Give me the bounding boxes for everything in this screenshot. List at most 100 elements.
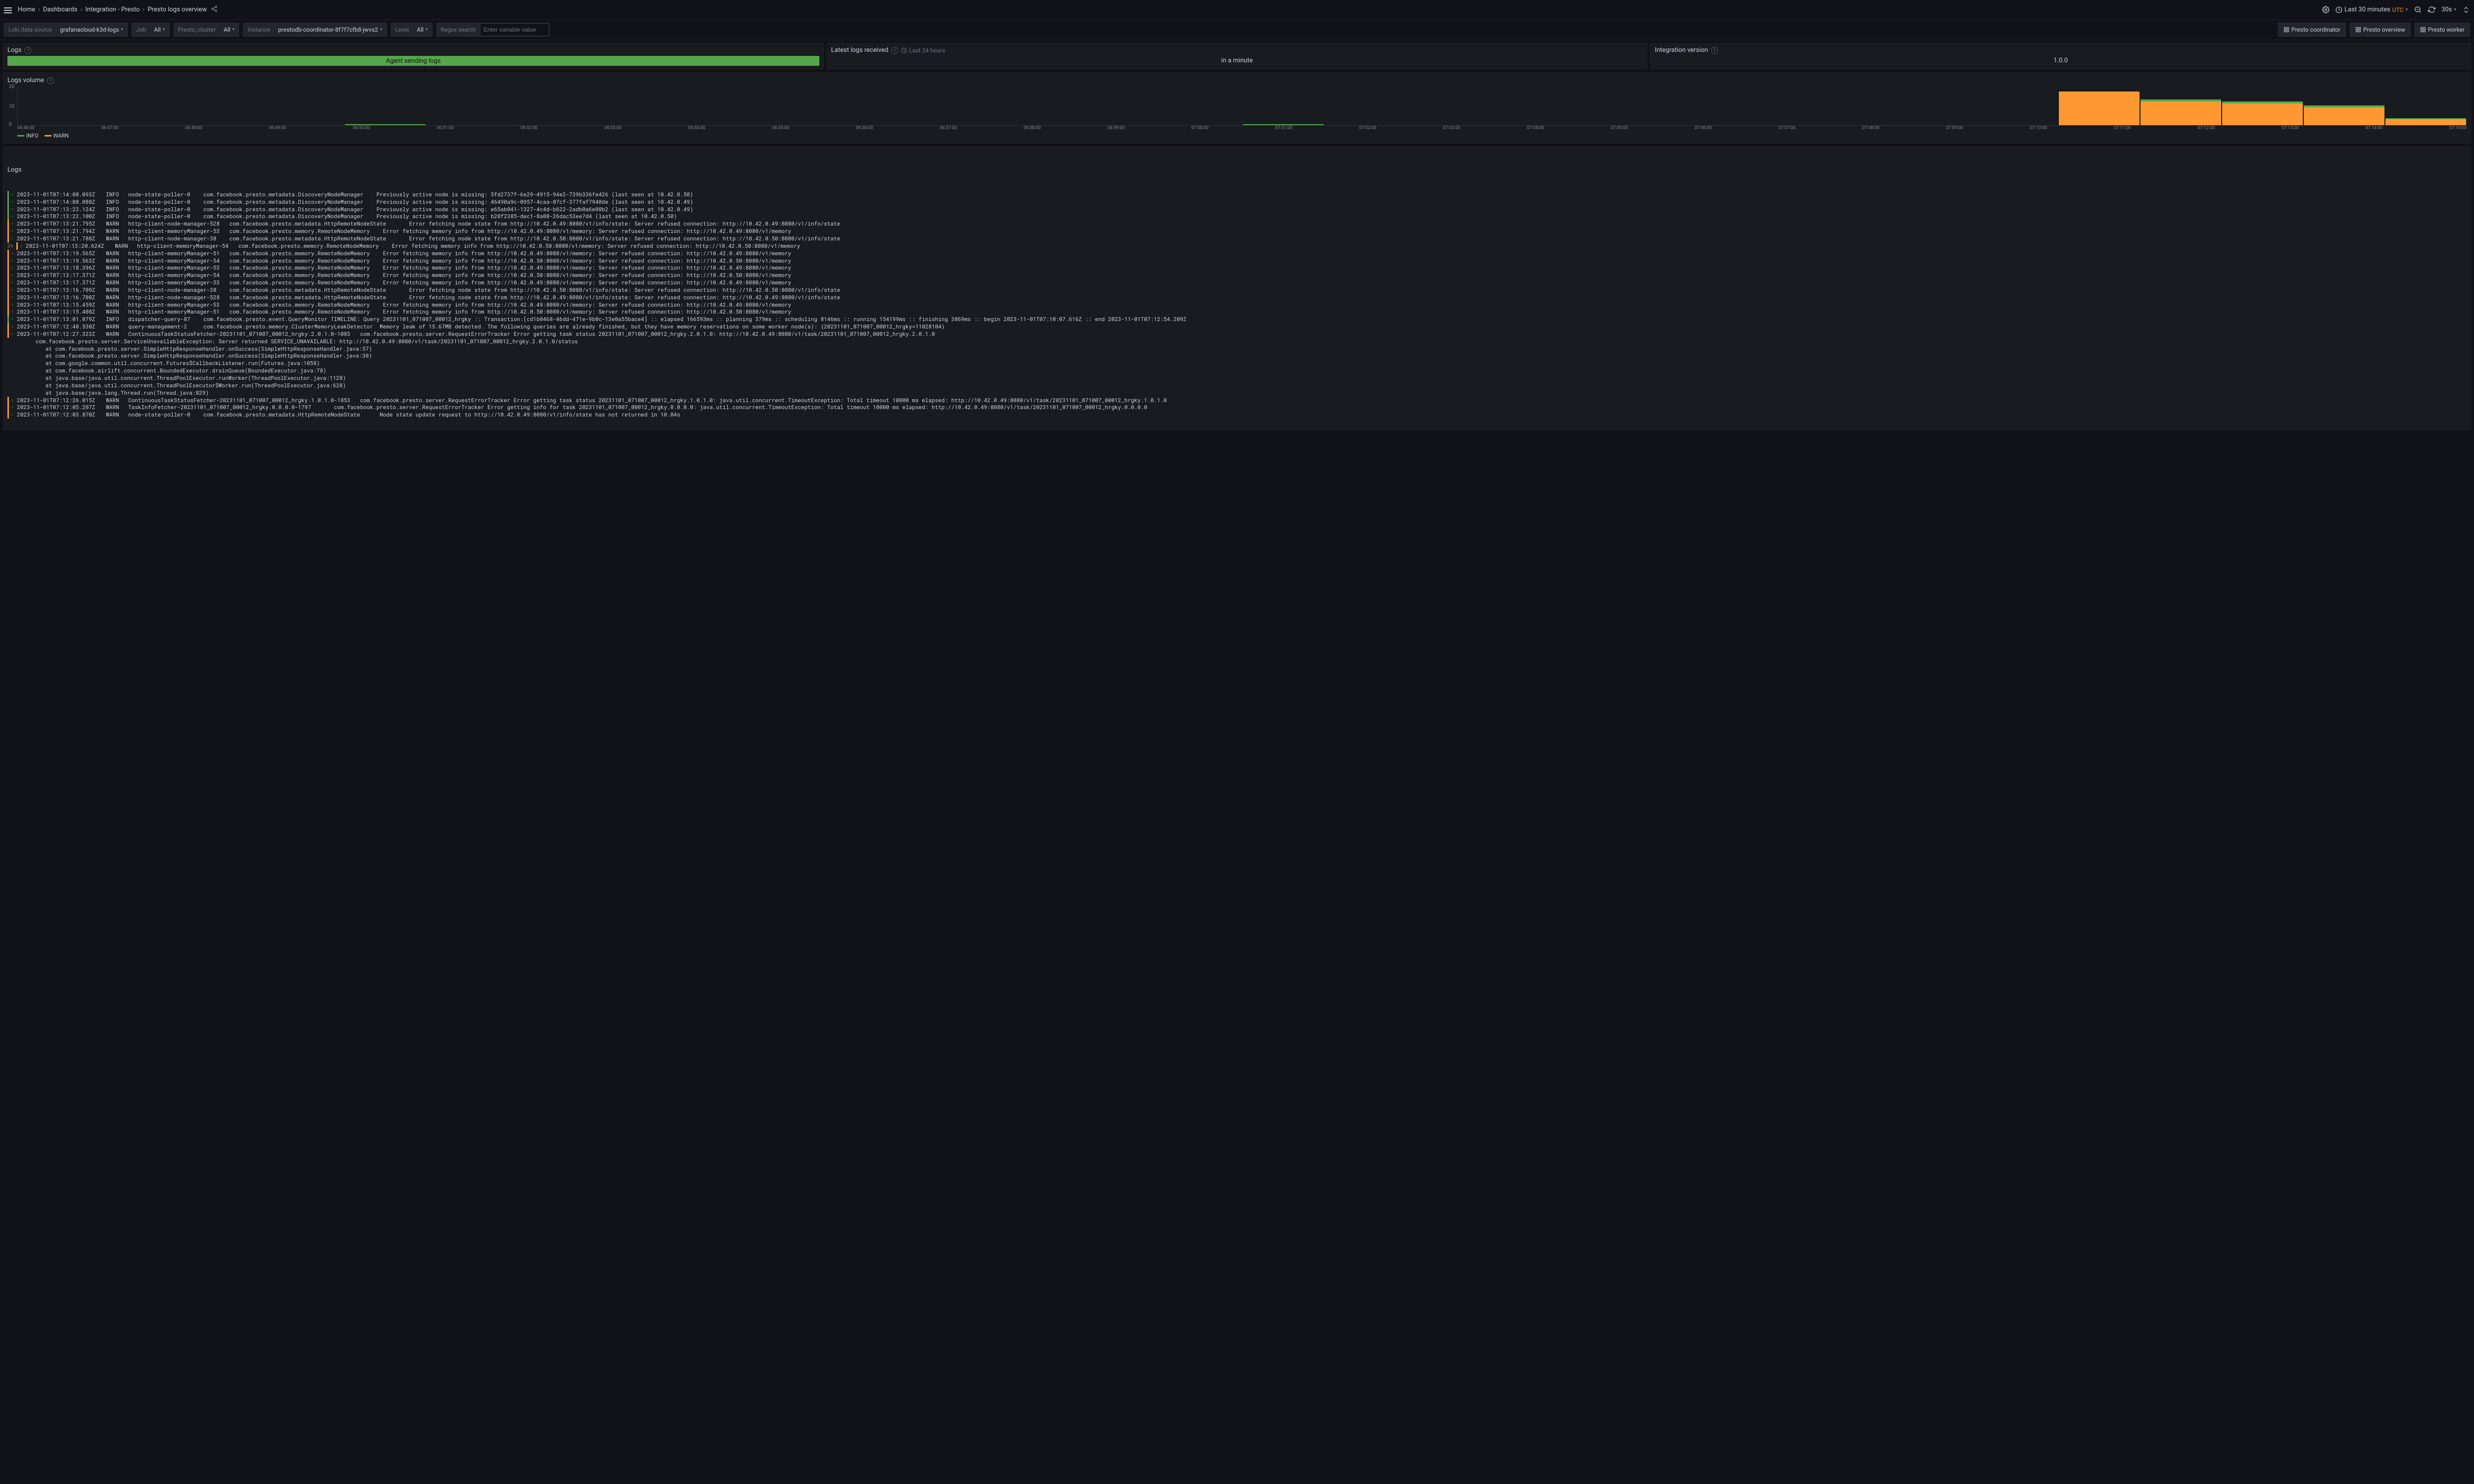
var-job[interactable]: Job All▾ [132,23,169,37]
var-level[interactable]: Level All▾ [391,23,432,37]
log-line[interactable]: ›2023-11-01T07:13:01.079ZINFOdispatcher-… [7,316,2467,323]
version-value: 1.0.0 [1655,56,2467,65]
log-line[interactable]: ›2023-11-01T07:12:05.207ZWARNTaskInfoFet… [7,404,2467,411]
log-line[interactable]: ›2023-11-01T07:13:22.100ZINFOnode-state-… [7,213,2467,220]
crumb-home[interactable]: Home [18,6,35,13]
log-line[interactable]: at com.facebook.presto.server.SimpleHttp… [7,352,2467,360]
log-line[interactable]: ›2023-11-01T07:12:27.323ZWARNContinuousT… [7,330,2467,338]
log-line[interactable]: ›2023-11-01T07:13:23.124ZINFOnode-state-… [7,206,2467,213]
log-line[interactable]: ›2023-11-01T07:12:26.015ZWARNContinuousT… [7,397,2467,404]
log-line[interactable]: ›2023-11-01T07:13:16.708ZWARNhttp-client… [7,294,2467,301]
menu-icon[interactable] [4,6,12,14]
log-line[interactable]: ›2023-11-01T07:13:19.565ZWARNhttp-client… [7,250,2467,257]
panel-latest-logs: Latest logs received i Last 24 hours in … [827,43,1648,69]
timezone-label: UTC [2392,6,2404,13]
panel-subtitle: Last 24 hours [909,47,945,54]
log-line[interactable]: ›2023-11-01T07:13:21.795ZWARNhttp-client… [7,220,2467,228]
expand-icon[interactable]: › [11,206,14,213]
latest-logs-value: in a minute [831,56,1643,65]
expand-icon[interactable]: › [11,330,14,338]
expand-icon[interactable]: › [11,397,14,404]
log-line[interactable]: ›2023-11-01T07:13:15.408ZWARNhttp-client… [7,308,2467,316]
log-line[interactable]: com.facebook.presto.server.ServiceUnavai… [7,338,2467,345]
share-icon[interactable] [211,5,218,14]
expand-icon[interactable]: › [11,404,14,411]
panel-logs-status: Logs i Agent sending logs [3,43,824,69]
expand-icon[interactable]: › [11,316,14,323]
log-line[interactable]: ›2023-11-01T07:14:08.093ZINFOnode-state-… [7,191,2467,198]
var-cluster[interactable]: Presto_cluster All▾ [174,23,239,37]
crumb-dashboards[interactable]: Dashboards [43,6,78,13]
crumb-integration[interactable]: Integration - Presto [85,6,140,13]
expand-icon[interactable]: › [11,228,14,235]
status-badge: Agent sending logs [7,56,819,66]
log-line[interactable]: ›2023-11-01T07:13:17.371ZWARNhttp-client… [7,279,2467,286]
expand-icon[interactable]: › [20,242,23,250]
logs-volume-chart[interactable]: 20 10 0 [17,86,2467,126]
expand-icon[interactable]: › [11,264,14,272]
log-line[interactable]: ›2023-11-01T07:13:18.396ZWARNhttp-client… [7,264,2467,272]
info-icon[interactable]: i [24,47,31,54]
log-line[interactable]: ›2023-11-01T07:13:21.788ZWARNhttp-client… [7,235,2467,242]
log-line[interactable]: at java.base/java.lang.Thread.run(Thread… [7,389,2467,397]
refresh-icon[interactable] [2427,6,2435,14]
expand-icon[interactable]: › [11,286,14,294]
expand-icon[interactable]: › [11,257,14,265]
settings-icon[interactable] [2322,6,2330,14]
panel-logs-list: Logs ›2023-11-01T07:14:08.093ZINFOnode-s… [3,146,2471,430]
log-line[interactable]: ›2023-11-01T07:13:19.563ZWARNhttp-client… [7,257,2467,265]
legend-warn[interactable]: WARN [45,133,69,139]
log-line[interactable]: ›2023-11-01T07:13:21.794ZWARNhttp-client… [7,228,2467,235]
zoom-out-icon[interactable] [2414,6,2422,14]
log-line[interactable]: at com.facebook.airlift.concurrent.Bound… [7,367,2467,374]
link-coordinator[interactable]: Presto coordinator [2278,23,2346,37]
log-line[interactable]: ›2023-11-01T07:12:48.530ZWARNquery-manag… [7,323,2467,330]
refresh-interval-picker[interactable]: 30s▾ [2441,6,2456,13]
collapse-icon[interactable] [2462,6,2470,14]
panel-title: Latest logs received [831,46,889,54]
info-icon[interactable]: i [1711,47,1718,54]
time-range-picker[interactable]: Last 30 minutes UTC ▾ [2335,6,2408,13]
expand-icon[interactable]: › [11,198,14,206]
legend-info[interactable]: INFO [17,133,39,139]
expand-icon[interactable]: › [11,213,14,220]
log-line[interactable]: at com.google.common.util.concurrent.Fut… [7,360,2467,367]
expand-icon[interactable]: › [11,235,14,242]
log-line[interactable]: ›2023-11-01T07:14:08.088ZINFOnode-state-… [7,198,2467,206]
expand-icon[interactable]: › [11,191,14,198]
expand-icon[interactable]: › [11,323,14,330]
time-range-label: Last 30 minutes [2344,6,2390,13]
log-line[interactable]: ›2023-11-01T07:12:03.870ZWARNnode-state-… [7,411,2467,418]
expand-icon[interactable]: › [11,250,14,257]
panel-title: Integration version [1655,46,1708,54]
link-overview[interactable]: Presto overview [2350,23,2411,37]
refresh-interval-label: 30s [2441,6,2452,13]
info-icon[interactable]: i [891,47,898,54]
variables-bar: Loki data source grafanacloud-k3d-logs▾ … [0,20,2474,40]
expand-icon[interactable]: › [11,301,14,309]
log-line[interactable]: ›2023-11-01T07:13:17.371ZWARNhttp-client… [7,272,2467,279]
log-line[interactable]: ›2023-11-01T07:13:16.709ZWARNhttp-client… [7,286,2467,294]
log-line[interactable]: at java.base/java.util.concurrent.Thread… [7,382,2467,389]
expand-icon[interactable]: › [11,308,14,316]
panel-title: Logs [7,166,2467,175]
expand-icon[interactable]: › [11,272,14,279]
expand-icon[interactable]: › [11,411,14,418]
panel-logs-volume: Logs volume i 20 10 0 06:46:0006:47:0006… [3,72,2471,143]
crumb-current[interactable]: Presto logs overview [147,6,207,13]
breadcrumb: Home› Dashboards› Integration - Presto› … [18,6,207,13]
expand-icon[interactable]: › [11,279,14,286]
log-line[interactable]: at java.base/java.util.concurrent.Thread… [7,374,2467,382]
log-line[interactable]: 2x›2023-11-01T07:13:20.624ZWARNhttp-clie… [7,242,2467,250]
var-loki[interactable]: Loki data source grafanacloud-k3d-logs▾ [4,23,128,37]
var-regex: Regex search [436,23,550,37]
log-line[interactable]: ›2023-11-01T07:13:15.459ZWARNhttp-client… [7,301,2467,309]
info-icon[interactable]: i [47,77,54,84]
chart-legend: INFO WARN [17,133,2467,139]
log-line[interactable]: at com.facebook.presto.server.SimpleHttp… [7,345,2467,353]
expand-icon[interactable]: › [11,294,14,301]
expand-icon[interactable]: › [11,220,14,228]
link-worker[interactable]: Presto worker [2415,23,2470,37]
var-instance[interactable]: Instance prestodb-coordinator-8f7f7cfb8-… [243,23,386,37]
regex-search-input[interactable] [480,23,549,36]
